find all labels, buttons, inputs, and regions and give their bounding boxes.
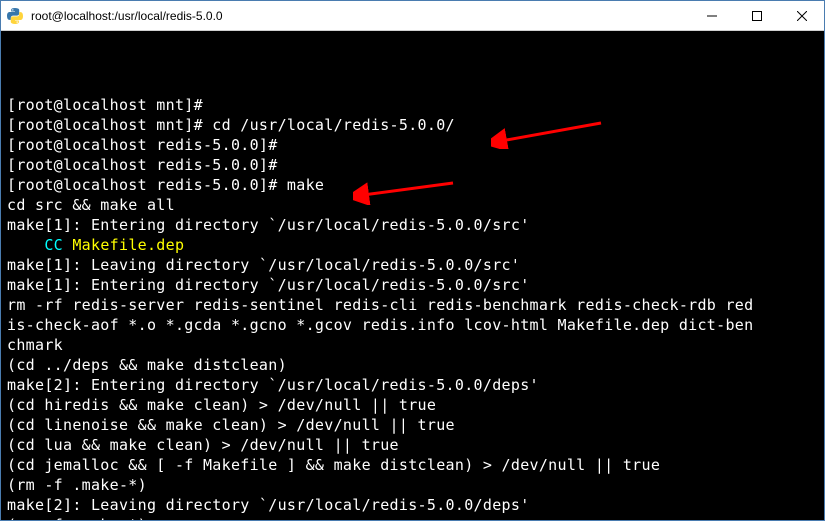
terminal-line: make[2]: Leaving directory `/usr/local/r… [7, 495, 818, 515]
terminal-line: chmark [7, 335, 818, 355]
terminal-line: CC Makefile.dep [7, 235, 818, 255]
terminal-line: [root@localhost mnt]# [7, 95, 818, 115]
minimize-button[interactable] [689, 1, 734, 30]
close-button[interactable] [779, 1, 824, 30]
terminal-line: cd src && make all [7, 195, 818, 215]
terminal-line: (rm -f .make-*) [7, 515, 818, 520]
terminal-line: [root@localhost redis-5.0.0]# [7, 135, 818, 155]
terminal-line: rm -rf redis-server redis-sentinel redis… [7, 295, 818, 315]
terminal-line: [root@localhost redis-5.0.0]# make [7, 175, 818, 195]
terminal-line: [root@localhost redis-5.0.0]# [7, 155, 818, 175]
terminal-line: make[2]: Entering directory `/usr/local/… [7, 375, 818, 395]
maximize-button[interactable] [734, 1, 779, 30]
terminal-line: make[1]: Leaving directory `/usr/local/r… [7, 255, 818, 275]
window-title: root@localhost:/usr/local/redis-5.0.0 [29, 9, 689, 23]
terminal-line: (cd linenoise && make clean) > /dev/null… [7, 415, 818, 435]
terminal-line: make[1]: Entering directory `/usr/local/… [7, 215, 818, 235]
terminal-line: [root@localhost mnt]# cd /usr/local/redi… [7, 115, 818, 135]
terminal-line: (cd ../deps && make distclean) [7, 355, 818, 375]
terminal-line: (rm -f .make-*) [7, 475, 818, 495]
terminal-line: make[1]: Entering directory `/usr/local/… [7, 275, 818, 295]
terminal-line: (cd hiredis && make clean) > /dev/null |… [7, 395, 818, 415]
terminal-line: is-check-aof *.o *.gcda *.gcno *.gcov re… [7, 315, 818, 335]
terminal-line: (cd jemalloc && [ -f Makefile ] && make … [7, 455, 818, 475]
terminal-line: (cd lua && make clean) > /dev/null || tr… [7, 435, 818, 455]
python-icon [7, 8, 23, 24]
window-titlebar: root@localhost:/usr/local/redis-5.0.0 [1, 1, 824, 31]
window-controls [689, 1, 824, 30]
terminal-output[interactable]: [root@localhost mnt]# [root@localhost mn… [1, 31, 824, 520]
